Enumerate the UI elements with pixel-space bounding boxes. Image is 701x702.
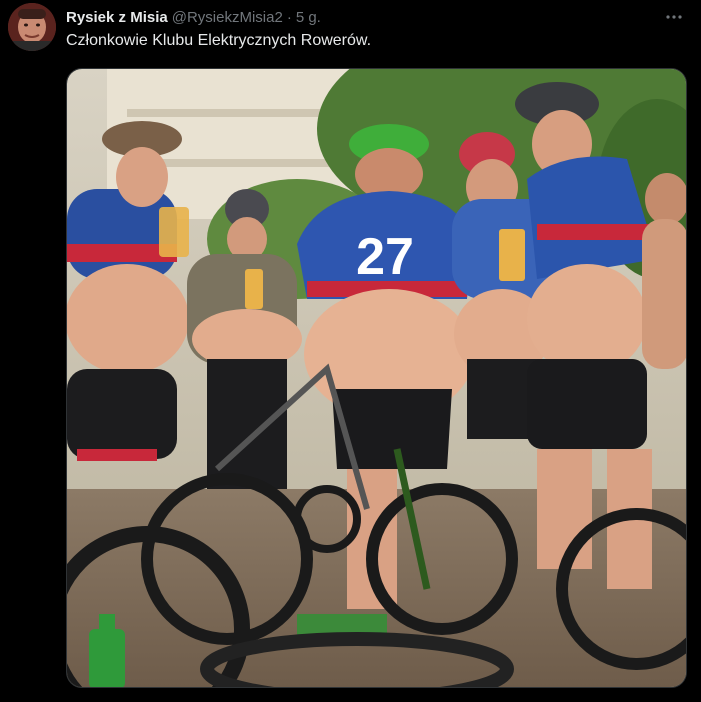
avatar-image — [8, 3, 56, 51]
more-button[interactable] — [661, 6, 687, 28]
author-handle[interactable]: @RysiekzMisia2 — [172, 9, 283, 26]
bystander-right — [642, 173, 686, 369]
photo-cyclists: 27 — [67, 69, 686, 687]
tweet-media-photo[interactable]: 27 — [66, 68, 687, 688]
tweet: Rysiek z Misia @RysiekzMisia2 · 5 g. Czł… — [0, 0, 701, 702]
tweet-text: Członkowie Klubu Elektrycznych Rowerów. — [66, 32, 372, 49]
more-horizontal-icon — [666, 15, 682, 19]
separator-dot: · — [286, 8, 292, 26]
author-display-name[interactable]: Rysiek z Misia — [66, 9, 168, 26]
tweet-header: Rysiek z Misia @RysiekzMisia2 · 5 g. — [66, 6, 321, 28]
jersey-number: 27 — [356, 228, 414, 286]
avatar[interactable] — [8, 3, 56, 51]
tweet-timestamp[interactable]: 5 g. — [296, 9, 321, 26]
